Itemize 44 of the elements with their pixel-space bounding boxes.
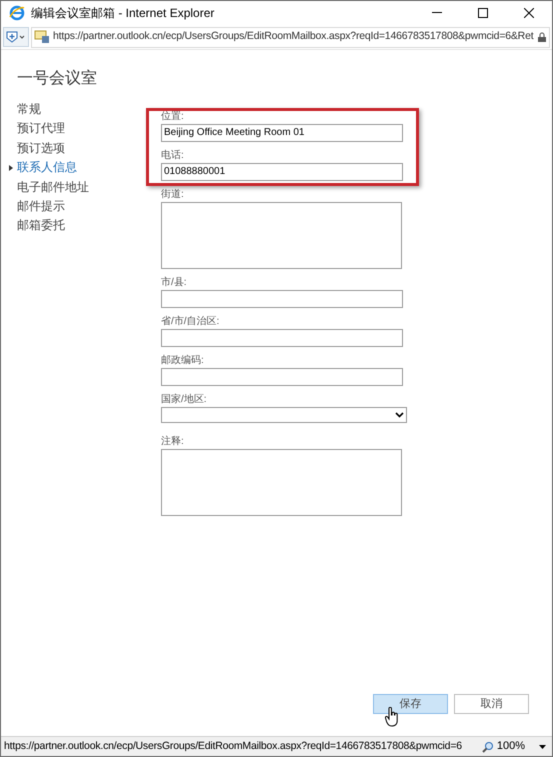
field-label: 位置: — [161, 111, 184, 123]
page-title: 一号会议室 — [17, 68, 98, 89]
field-label: 省/市/自治区: — [161, 316, 220, 328]
magnifier-icon — [482, 740, 494, 752]
page-icon — [34, 30, 50, 44]
input-field[interactable] — [161, 290, 403, 308]
nav-item[interactable]: 邮箱委托 — [17, 216, 149, 236]
nav-item[interactable]: 邮件提示 — [17, 196, 149, 216]
field-label: 注释: — [161, 436, 184, 448]
action-button[interactable]: 保存 — [373, 694, 448, 714]
hand-cursor-icon — [385, 707, 399, 727]
text-area[interactable] — [161, 202, 402, 269]
field-label: 街道: — [161, 189, 184, 201]
field-label: 电话: — [161, 150, 184, 162]
status-text: https://partner.outlook.cn/ecp/UsersGroups/EditRoomMailbox.aspx?reqId=1466783517808&pwmcid=6 — [4, 738, 462, 754]
plus-shield-icon — [6, 31, 26, 43]
address-field[interactable]: https://partner.outlook.cn/ecp/UsersGroups/EditRoomMailbox.aspx?reqId=1466783517808&pwmcid=6&Ret — [31, 26, 550, 48]
tab-menu-button[interactable] — [3, 27, 29, 47]
nav-item[interactable]: 电子邮件地址 — [17, 178, 149, 197]
field-label: 市/县: — [161, 277, 187, 289]
minimize-icon — [432, 12, 442, 14]
maximize-icon — [478, 8, 488, 18]
dropdown-caret-icon[interactable] — [539, 744, 546, 748]
nav-item[interactable]: 联系人信息 — [17, 158, 149, 178]
text-area[interactable] — [161, 449, 402, 516]
input-field[interactable]: Beijing Office Meeting Room 01 — [161, 124, 403, 142]
close-icon — [524, 8, 534, 18]
input-field[interactable] — [161, 368, 403, 386]
chevron-down-icon — [395, 412, 404, 418]
lock-icon — [538, 32, 546, 42]
nav-item[interactable]: 预订代理 — [17, 119, 149, 139]
browser-logo-icon — [9, 5, 25, 21]
selection-arrow-icon — [9, 165, 13, 172]
zoom-control[interactable]: 100% — [482, 738, 525, 755]
field-label: 国家/地区: — [161, 394, 207, 406]
input-field[interactable]: 01088880001 — [161, 163, 403, 181]
nav-item[interactable]: 预订选项 — [17, 138, 149, 158]
field-label: 邮政编码: — [161, 355, 204, 367]
action-button[interactable]: 取消 — [454, 694, 529, 714]
window-title: 编辑会议室邮箱 - Internet Explorer — [31, 5, 214, 22]
dropdown-field[interactable] — [161, 407, 407, 423]
nav-item[interactable]: 常规 — [17, 100, 149, 120]
input-field[interactable] — [161, 329, 403, 347]
url-text: https://partner.outlook.cn/ecp/UsersGroups/EditRoomMailbox.aspx?reqId=1466783517808&pwmcid=6&Ret — [53, 29, 534, 44]
